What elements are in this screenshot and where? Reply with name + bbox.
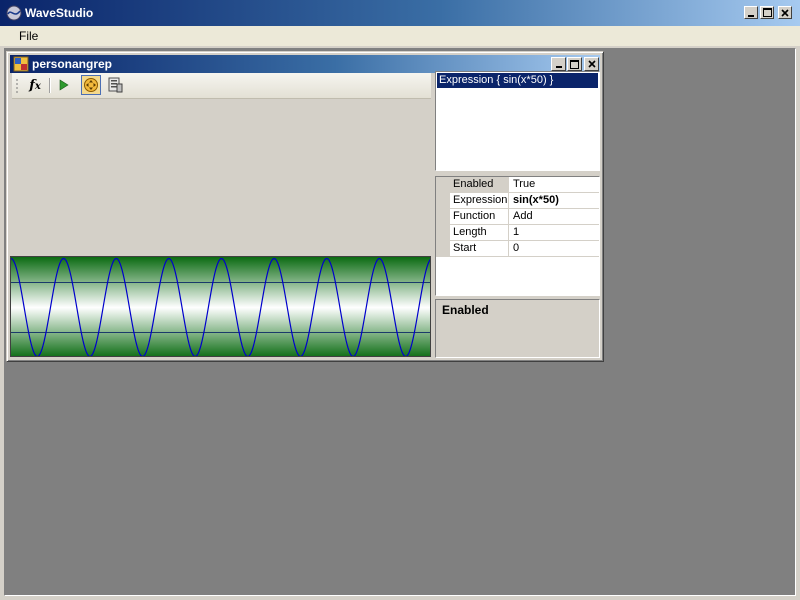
property-list-icon <box>108 77 123 93</box>
property-row-expression[interactable]: Expression sin(x*50) <box>436 193 599 209</box>
property-grid[interactable]: Enabled True Expression sin(x*50) Functi… <box>435 176 600 296</box>
run-button[interactable] <box>54 75 74 95</box>
child-window-title: personangrep <box>32 57 113 71</box>
property-gutter <box>436 241 450 257</box>
menu-bar: File <box>0 26 800 46</box>
close-icon <box>781 8 789 17</box>
property-row-function[interactable]: Function Add <box>436 209 599 225</box>
property-value[interactable]: True <box>510 177 599 193</box>
waveform-background <box>11 257 430 356</box>
property-name: Enabled <box>450 177 509 193</box>
property-gutter <box>436 177 450 193</box>
property-row-start[interactable]: Start 0 <box>436 241 599 257</box>
app-title: WaveStudio <box>25 6 94 20</box>
expression-list[interactable]: Expression { sin(x*50) } <box>435 71 600 171</box>
property-gutter <box>436 193 450 209</box>
minimize-icon <box>555 66 562 68</box>
property-value[interactable]: 1 <box>510 225 599 241</box>
move-tool-button[interactable] <box>81 75 101 95</box>
expression-list-item[interactable]: Expression { sin(x*50) } <box>437 73 598 88</box>
property-gutter <box>436 209 450 225</box>
document-window-icon <box>13 56 29 72</box>
property-value[interactable]: Add <box>510 209 599 225</box>
title-bar[interactable]: WaveStudio <box>0 0 800 26</box>
close-icon <box>587 60 596 68</box>
child-minimize-button[interactable] <box>551 57 566 71</box>
toolbar: fx <box>12 73 431 99</box>
maximize-icon <box>570 59 579 69</box>
properties-button[interactable] <box>105 75 125 95</box>
child-close-button[interactable] <box>584 57 599 71</box>
property-value[interactable]: sin(x*50) <box>510 193 599 209</box>
waveform-canvas <box>11 257 430 356</box>
maximize-icon <box>762 8 772 17</box>
property-description-pane: Enabled <box>435 299 600 358</box>
property-value[interactable]: 0 <box>510 241 599 257</box>
toolbar-separator <box>49 78 51 93</box>
function-button[interactable]: fx <box>25 75 45 95</box>
menu-file[interactable]: File <box>14 29 43 43</box>
waveform-view[interactable] <box>10 256 431 357</box>
close-button[interactable] <box>778 6 792 19</box>
move-icon <box>84 78 98 92</box>
property-name: Length <box>450 225 509 241</box>
minimize-icon <box>748 14 754 17</box>
property-name: Function <box>450 209 509 225</box>
maximize-button[interactable] <box>760 6 774 19</box>
main-window: WaveStudio File personangrep fx Expressi… <box>0 0 800 600</box>
property-name: Expression <box>450 193 509 209</box>
property-row-length[interactable]: Length 1 <box>436 225 599 241</box>
property-gutter <box>436 225 450 241</box>
play-icon <box>59 79 69 91</box>
child-maximize-button[interactable] <box>567 57 582 71</box>
wavestudio-app-icon <box>6 5 22 21</box>
fx-icon: fx <box>29 77 41 93</box>
property-row-enabled[interactable]: Enabled True <box>436 177 599 193</box>
property-description-title: Enabled <box>442 303 489 317</box>
property-name: Start <box>450 241 509 257</box>
minimize-button[interactable] <box>744 6 758 19</box>
toolbar-grip[interactable] <box>16 78 18 93</box>
